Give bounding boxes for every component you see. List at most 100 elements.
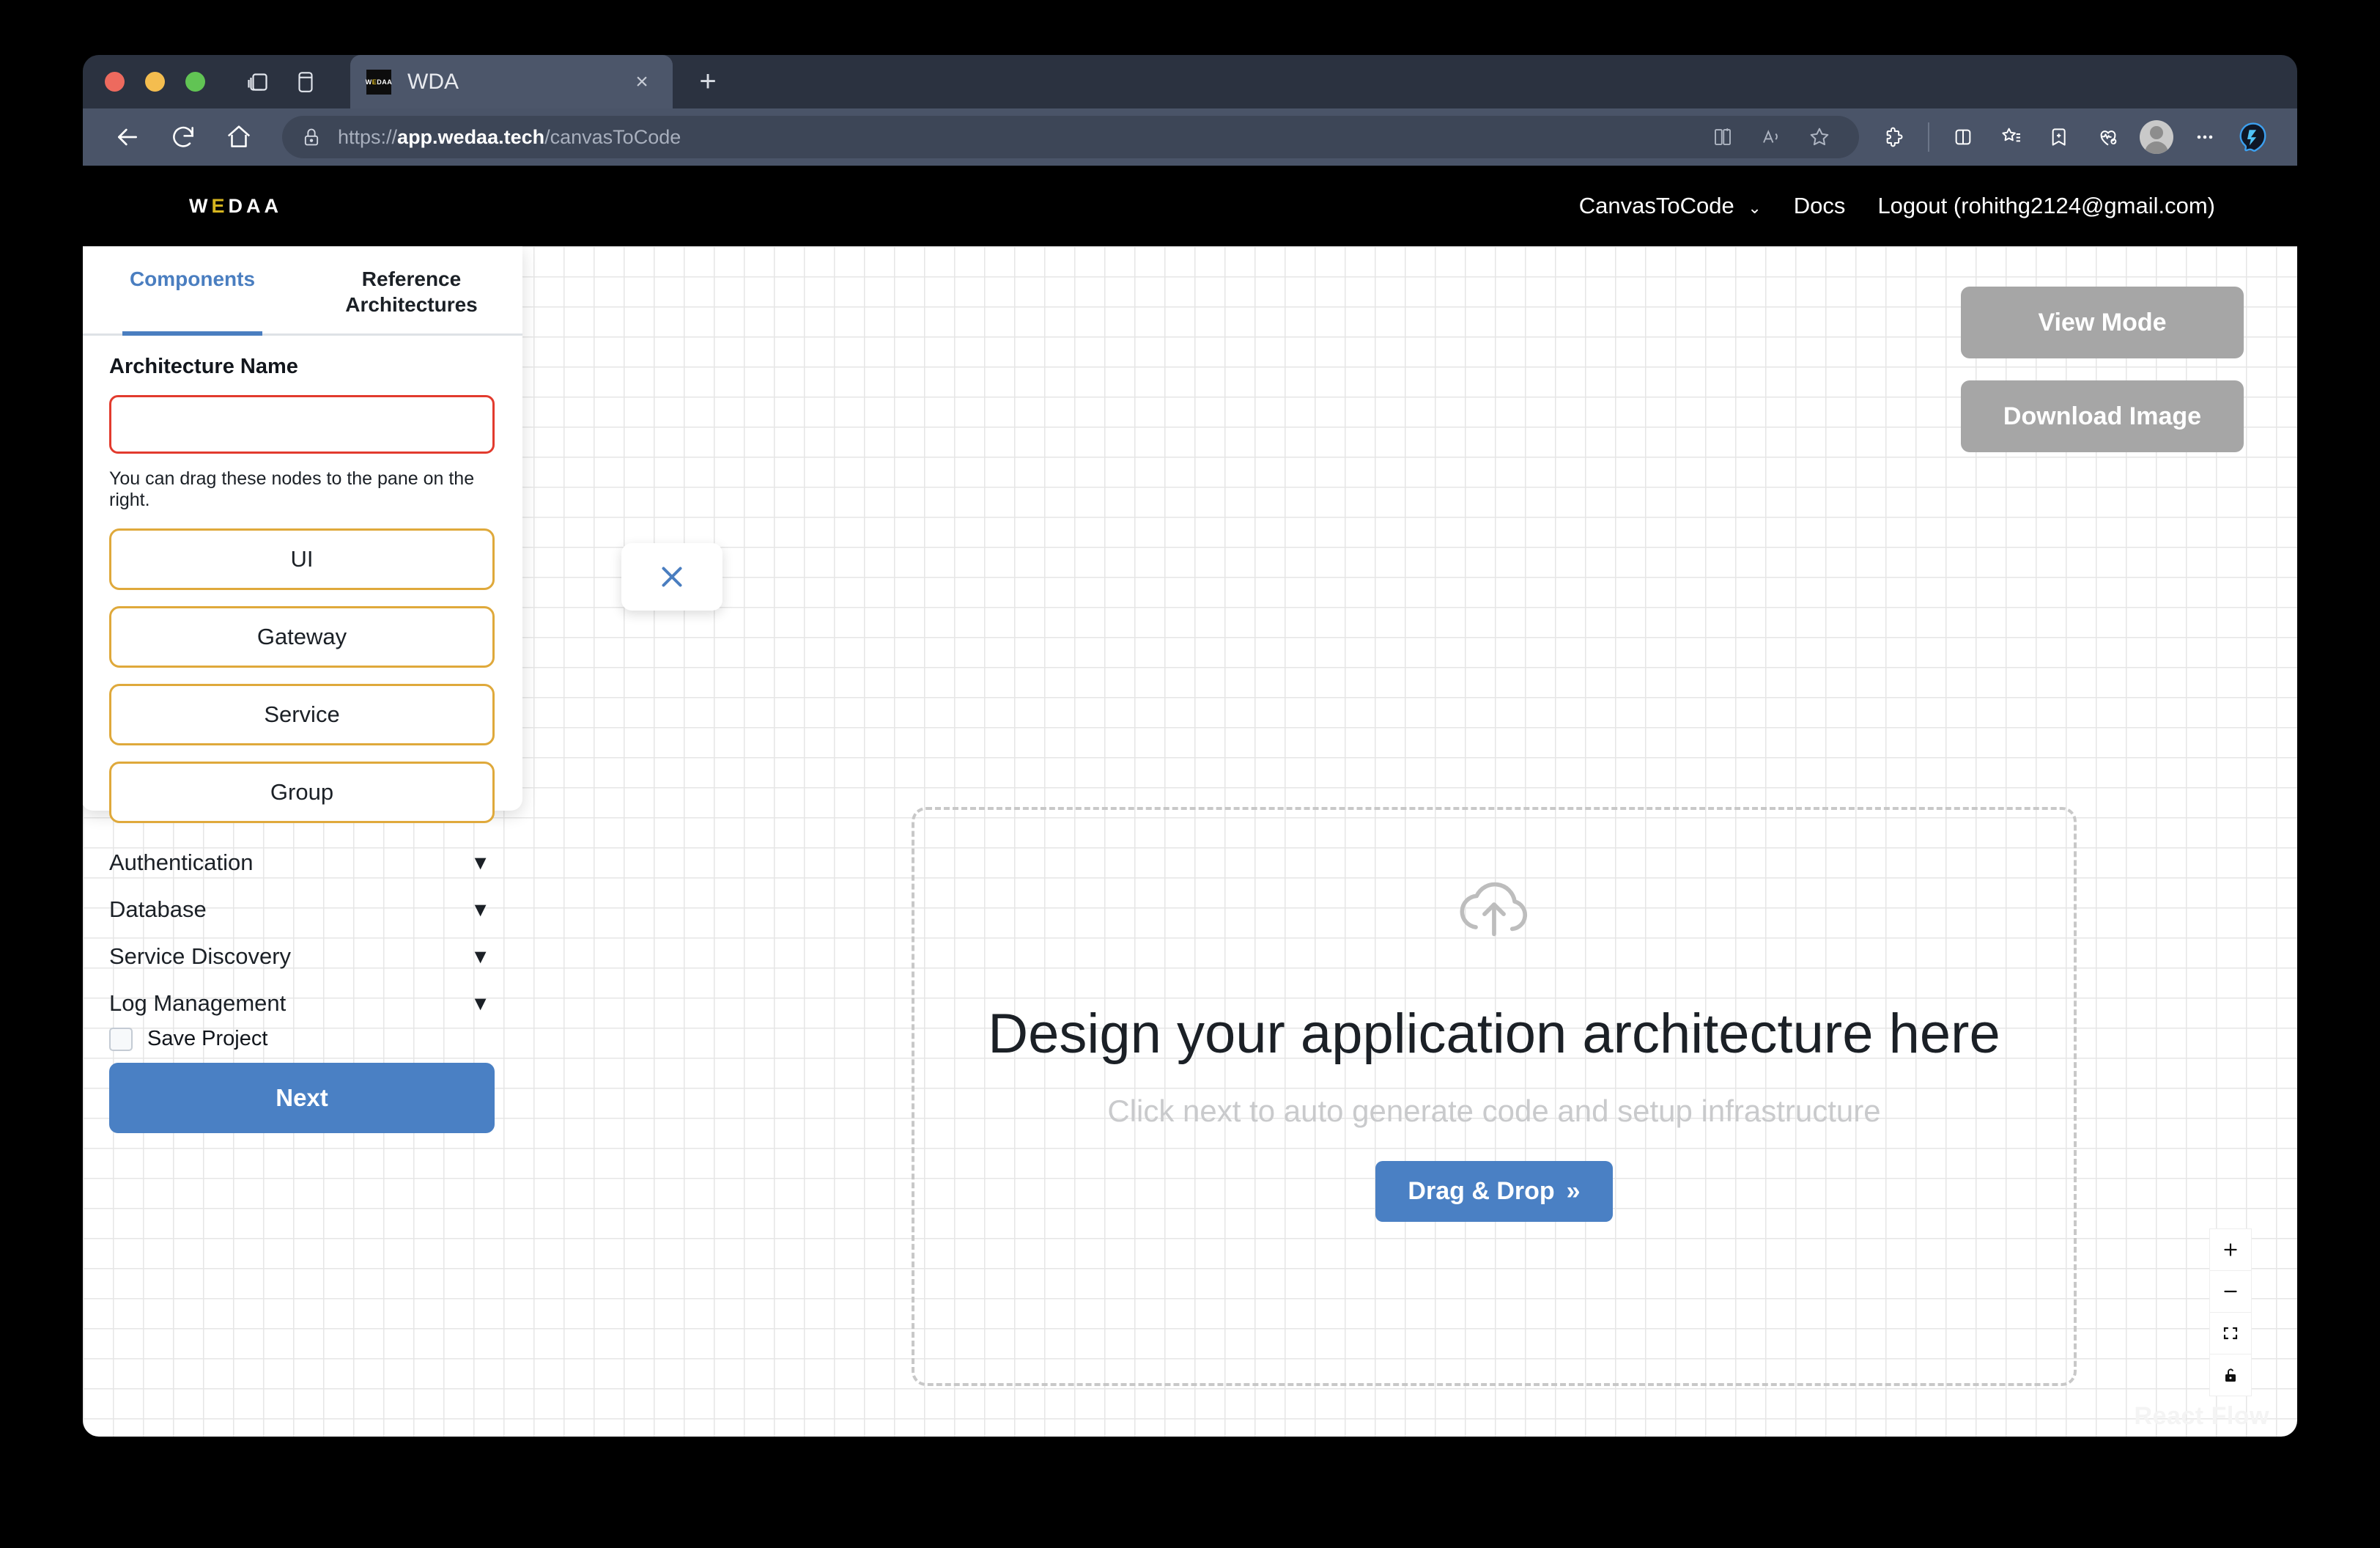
nav-canvas-to-code-label: CanvasToCode (1578, 193, 1734, 218)
save-project-checkbox[interactable] (109, 1027, 133, 1051)
accordion-log-management[interactable]: Log Management ▼ (109, 980, 495, 1027)
browser-window: W E DAA WDA × + https://app.wedaa.tech/c… (83, 55, 2297, 1437)
double-chevron-right-icon: » (1566, 1177, 1581, 1205)
url-text: https://app.wedaa.tech/canvasToCode (338, 126, 681, 149)
logo-part-e: E (211, 194, 229, 217)
url-scheme: https:// (338, 125, 398, 148)
accordion-authentication-label: Authentication (109, 849, 254, 876)
chevron-down-icon: ▼ (470, 898, 490, 921)
window-traffic-lights (105, 72, 205, 92)
tab-close-icon[interactable]: × (627, 70, 657, 95)
browser-tab[interactable]: W E DAA WDA × (350, 55, 673, 108)
zoom-in-button[interactable] (2210, 1229, 2251, 1271)
url-host: app.wedaa.tech (397, 125, 545, 148)
zoom-out-button[interactable] (2210, 1271, 2251, 1313)
toolbar-divider (1928, 122, 1929, 152)
reload-icon[interactable] (160, 114, 206, 160)
canvas-top-actions: View Mode Download Image (1961, 287, 2244, 452)
drag-nodes-hint: You can drag these nodes to the pane on … (109, 468, 475, 511)
accordion-log-management-label: Log Management (109, 990, 287, 1017)
empty-state-subtitle: Click next to auto generate code and set… (1107, 1094, 1881, 1128)
download-image-button[interactable]: Download Image (1961, 380, 2244, 452)
omnibox-actions (1702, 117, 1840, 158)
panel-body: Architecture Name You can drag these nod… (83, 336, 522, 1158)
toggle-interactivity-button[interactable] (2210, 1354, 2251, 1396)
lock-icon (301, 127, 322, 147)
copilot-icon[interactable] (2231, 115, 2275, 159)
empty-state-drop-zone[interactable]: Design your application architecture her… (912, 807, 2077, 1386)
accordion-database-label: Database (109, 896, 207, 923)
accordion-service-discovery[interactable]: Service Discovery ▼ (109, 933, 495, 980)
home-icon[interactable] (216, 114, 262, 160)
fit-view-button[interactable] (2210, 1313, 2251, 1354)
plus-icon (2224, 1243, 2237, 1256)
minimize-window-button[interactable] (145, 72, 165, 92)
collections-icon[interactable] (1989, 115, 2033, 159)
chevron-down-icon: ▼ (470, 945, 490, 968)
url-path: /canvasToCode (544, 125, 681, 148)
node-chip-gateway[interactable]: Gateway (109, 606, 495, 668)
reactflow-watermark: React Flow (2134, 1402, 2269, 1430)
profile-avatar-icon[interactable] (2135, 115, 2178, 159)
logo-part-after: DAA (228, 194, 282, 217)
tab-reference-architectures[interactable]: Reference Architectures (302, 246, 521, 333)
accordion-service-discovery-label: Service Discovery (109, 943, 292, 970)
next-button[interactable]: Next (109, 1063, 495, 1134)
chevron-down-icon: ▼ (470, 851, 490, 874)
health-icon[interactable] (2086, 115, 2130, 159)
architecture-name-label: Architecture Name (109, 355, 298, 379)
maximize-window-button[interactable] (185, 72, 205, 92)
save-project-row[interactable]: Save Project (109, 1027, 495, 1051)
add-to-favorites-icon[interactable] (2038, 115, 2082, 159)
minus-icon (2224, 1290, 2237, 1293)
more-options-icon[interactable] (2183, 115, 2227, 159)
accordion-authentication[interactable]: Authentication ▼ (109, 839, 495, 886)
cloud-upload-icon (1451, 872, 1537, 949)
vertical-tabs-icon[interactable] (287, 64, 324, 100)
architecture-name-input[interactable] (109, 395, 495, 454)
node-chip-service[interactable]: Service (109, 684, 495, 746)
close-window-button[interactable] (105, 72, 125, 92)
wedaa-logo[interactable]: WEDAA (189, 195, 282, 218)
star-icon[interactable] (1799, 117, 1840, 158)
app-header: WEDAA CanvasToCode ⌄ Docs Logout (rohith… (83, 166, 2297, 246)
split-screen-icon[interactable] (1702, 117, 1743, 158)
view-mode-button[interactable]: View Mode (1961, 287, 2244, 358)
nav-logout[interactable]: Logout (rohithg2124@gmail.com) (1861, 193, 2231, 219)
browser-essentials-icon[interactable] (1941, 115, 1985, 159)
read-aloud-icon[interactable] (1751, 117, 1792, 158)
tab-groups-icon[interactable] (240, 64, 277, 100)
node-chip-group[interactable]: Group (109, 762, 495, 824)
header-nav: CanvasToCode ⌄ Docs Logout (rohithg2124@… (1563, 193, 2231, 219)
unlock-icon (2225, 1368, 2236, 1382)
architecture-canvas[interactable]: Design your application architecture her… (83, 246, 2297, 1437)
drag-and-drop-label: Drag & Drop (1408, 1177, 1555, 1205)
fit-view-icon (2223, 1327, 2238, 1340)
nav-docs[interactable]: Docs (1778, 193, 1862, 219)
chevron-down-icon: ▼ (470, 992, 490, 1014)
components-panel: Components Reference Architectures Archi… (83, 246, 522, 1134)
browser-address-bar: https://app.wedaa.tech/canvasToCode (83, 108, 2297, 166)
new-tab-button[interactable]: + (692, 65, 724, 98)
close-icon (662, 567, 682, 587)
chevron-down-icon: ⌄ (1748, 199, 1762, 217)
close-panel-button[interactable] (621, 543, 722, 611)
logo-part-before: W (189, 194, 212, 217)
panel-tabs: Components Reference Architectures (83, 246, 522, 336)
tab-components[interactable]: Components (83, 246, 302, 336)
url-bar[interactable]: https://app.wedaa.tech/canvasToCode (282, 116, 1859, 158)
panel-footer: Save Project Next (109, 1027, 495, 1158)
extensions-icon[interactable] (1872, 115, 1916, 159)
browser-tab-strip: W E DAA WDA × + (83, 55, 2297, 108)
tab-title: WDA (407, 69, 459, 94)
save-project-label: Save Project (147, 1027, 268, 1051)
browser-toolbar-actions (1872, 115, 2275, 159)
nav-canvas-to-code[interactable]: CanvasToCode ⌄ (1563, 193, 1778, 219)
empty-state-title: Design your application architecture her… (988, 1003, 2000, 1065)
accordion-database[interactable]: Database ▼ (109, 886, 495, 933)
node-chip-ui[interactable]: UI (109, 528, 495, 591)
drag-and-drop-button[interactable]: Drag & Drop » (1375, 1161, 1613, 1222)
canvas-zoom-controls (2209, 1228, 2252, 1396)
back-arrow-icon[interactable] (105, 114, 150, 160)
tab-favicon-icon: W E DAA (366, 69, 392, 95)
